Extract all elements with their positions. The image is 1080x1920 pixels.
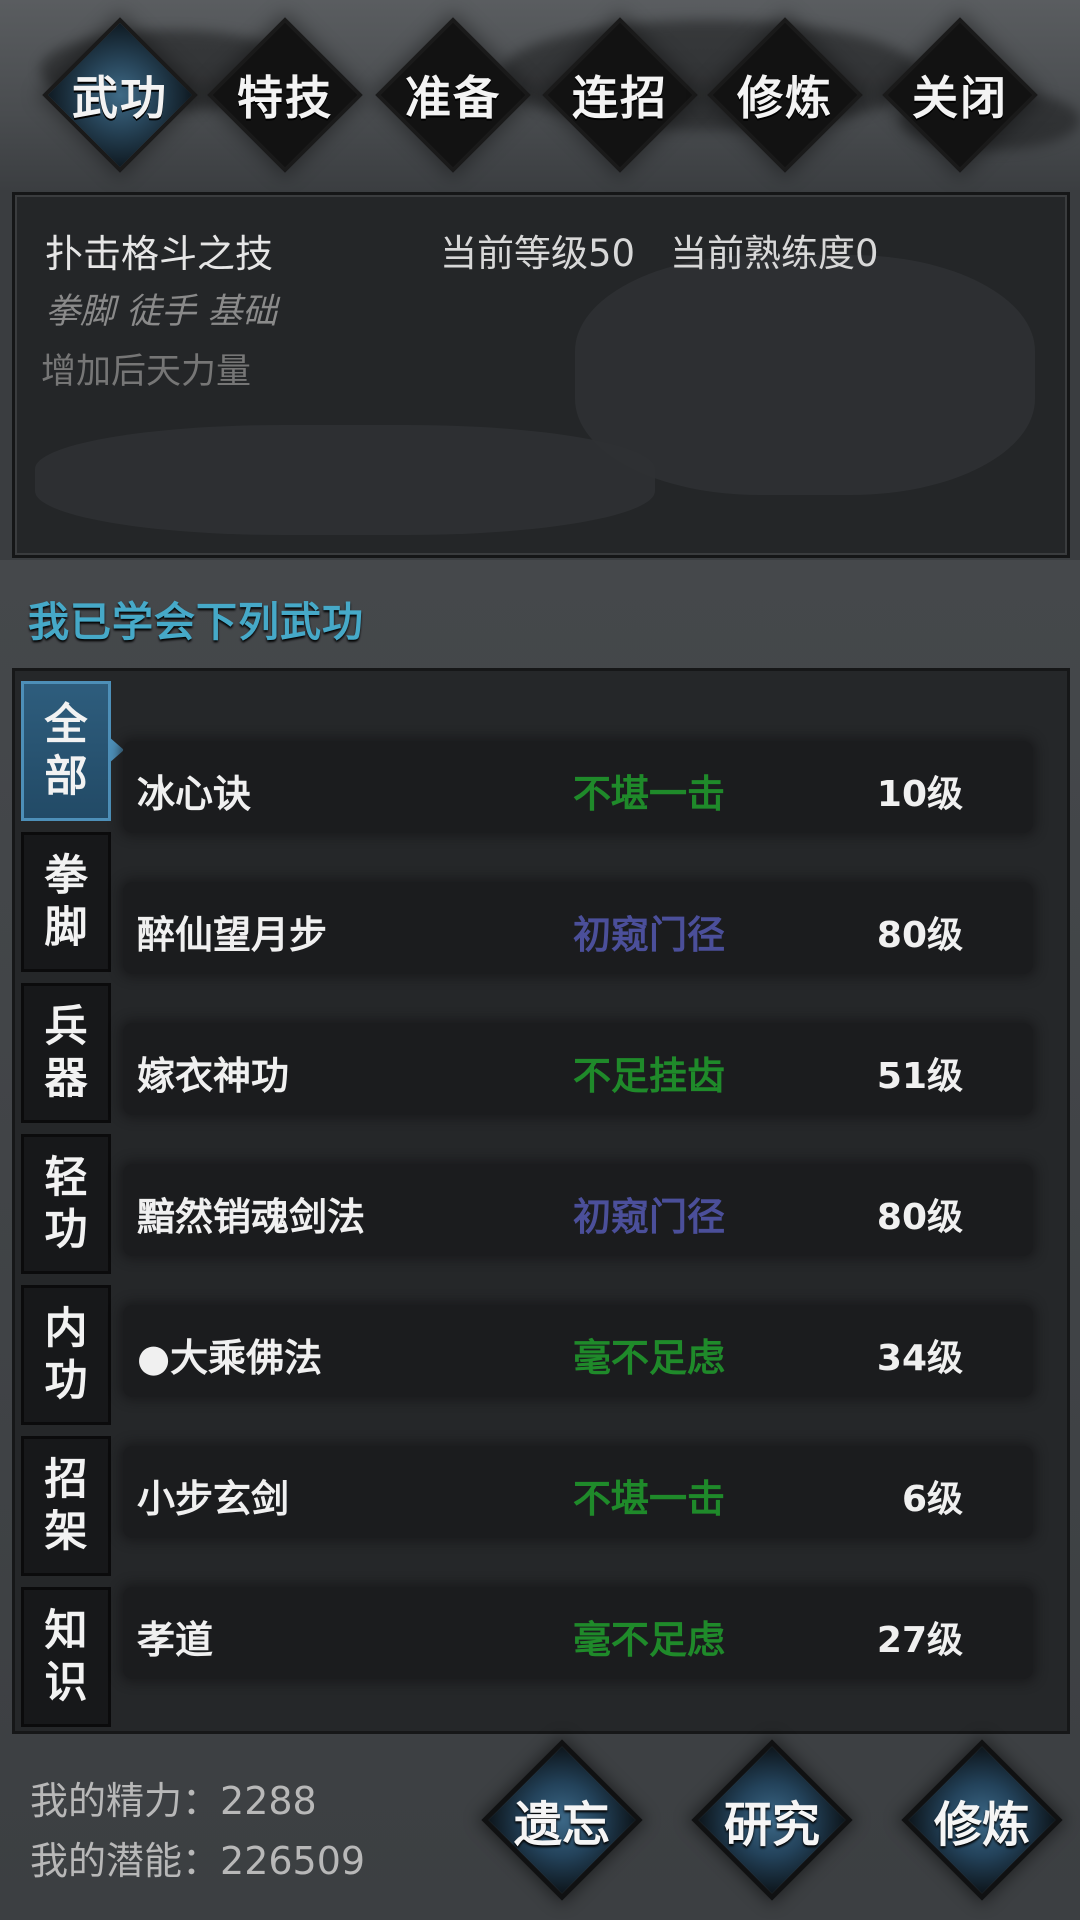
skill-row[interactable]: 嫁衣神功 不足挂齿 51级	[123, 1023, 1033, 1115]
category-char: 脚	[44, 903, 88, 953]
skill-row-name: 孝道	[137, 1618, 214, 1662]
tab-special-skills[interactable]: 特技	[200, 10, 370, 180]
energy-stat: 我的精力：2288	[30, 1770, 317, 1825]
tab-label: 武功	[72, 71, 168, 125]
category-all[interactable]: 全 部	[21, 681, 124, 821]
button-label: 研究	[723, 1797, 820, 1853]
button-label: 遗忘	[513, 1797, 610, 1853]
skill-name: 扑击格斗之技	[45, 232, 274, 276]
category-char: 内	[44, 1304, 88, 1354]
skill-row[interactable]: 小步玄剑 不堪一击 6级	[123, 1446, 1033, 1538]
category-lightness[interactable]: 轻 功	[21, 1134, 111, 1274]
skill-row-level: 80级	[876, 915, 963, 956]
tab-martial-arts[interactable]: 武功	[35, 10, 205, 180]
tab-cultivate[interactable]: 修炼	[700, 10, 870, 180]
skill-tags: 拳脚 徒手 基础	[45, 292, 278, 332]
category-char: 功	[44, 1356, 88, 1406]
skill-row-name: 冰心诀	[137, 772, 252, 816]
category-knowledge[interactable]: 知 识	[21, 1587, 111, 1727]
skill-row-rank: 毫不足虑	[573, 1336, 726, 1380]
skill-row[interactable]: 醉仙望月步 初窥门径 80级	[123, 882, 1033, 974]
tab-label: 连招	[572, 71, 668, 125]
skill-row[interactable]: 黯然销魂剑法 初窥门径 80级	[123, 1164, 1033, 1256]
skill-row-name: 嫁衣神功	[137, 1054, 290, 1098]
category-char: 架	[44, 1507, 88, 1557]
category-char: 器	[44, 1054, 88, 1104]
category-char: 知	[44, 1606, 88, 1656]
category-char: 部	[44, 752, 88, 802]
skill-row-level: 10级	[876, 774, 963, 815]
close-button[interactable]: 关闭	[875, 10, 1045, 180]
category-inner-power[interactable]: 内 功	[21, 1285, 111, 1425]
skill-row-rank: 毫不足虑	[573, 1618, 726, 1662]
skill-row-rank: 不足挂齿	[573, 1054, 726, 1098]
category-char: 轻	[44, 1153, 88, 1203]
skill-row-rank: 初窥门径	[573, 1195, 726, 1239]
category-fist-kick[interactable]: 拳 脚	[21, 832, 111, 972]
ink-smear-decoration	[35, 425, 655, 535]
button-label: 修炼	[933, 1797, 1030, 1853]
category-char: 兵	[44, 1002, 88, 1052]
skill-row[interactable]: 冰心诀 不堪一击 10级	[123, 741, 1033, 833]
category-char: 拳	[44, 851, 88, 901]
potential-stat: 我的潜能：226509	[30, 1830, 365, 1885]
skill-row-level: 51级	[876, 1056, 963, 1097]
tab-combo[interactable]: 连招	[535, 10, 705, 180]
category-weapon[interactable]: 兵 器	[21, 983, 111, 1123]
skill-row[interactable]: 孝道 毫不足虑 27级	[123, 1587, 1033, 1679]
skill-row-rank: 初窥门径	[573, 913, 726, 957]
energy-value: 2288	[220, 1779, 317, 1823]
tab-label: 修炼	[737, 71, 833, 125]
skill-row-name: 小步玄剑	[137, 1477, 290, 1521]
skill-row-level: 6级	[901, 1479, 963, 1520]
skill-row-rank: 不堪一击	[573, 1477, 726, 1521]
skill-row-name: 黯然销魂剑法	[137, 1195, 366, 1239]
skill-list-panel: 全 部 拳 脚 兵 器 轻 功 内 功 招 架 知 识 冰心诀 不堪一击 10级…	[12, 668, 1070, 1734]
skill-row[interactable]: ●大乘佛法 毫不足虑 34级	[123, 1305, 1033, 1397]
tab-label: 特技	[237, 71, 333, 125]
category-char: 全	[44, 700, 88, 750]
category-parry[interactable]: 招 架	[21, 1436, 111, 1576]
skill-row-level: 80级	[876, 1197, 963, 1238]
tab-label: 关闭	[912, 71, 1008, 125]
tab-label: 准备	[405, 71, 501, 125]
cultivate-button[interactable]: 修炼	[892, 1730, 1072, 1910]
energy-label: 我的精力：	[30, 1779, 221, 1823]
research-button[interactable]: 研究	[682, 1730, 862, 1910]
current-level: 当前等级50	[440, 232, 636, 275]
forget-button[interactable]: 遗忘	[472, 1730, 652, 1910]
skill-info-panel: 扑击格斗之技 当前等级50 当前熟练度0 拳脚 徒手 基础 增加后天力量	[12, 192, 1070, 558]
potential-label: 我的潜能：	[30, 1839, 221, 1883]
skill-description: 增加后天力量	[41, 352, 252, 392]
current-proficiency: 当前熟练度0	[670, 232, 879, 275]
category-char: 功	[44, 1205, 88, 1255]
skill-row-name: ●大乘佛法	[137, 1336, 323, 1380]
skill-row-level: 34级	[876, 1338, 963, 1379]
potential-value: 226509	[220, 1839, 366, 1883]
skill-row-level: 27级	[876, 1620, 963, 1661]
skill-row-name: 醉仙望月步	[137, 913, 328, 957]
category-char: 识	[44, 1658, 88, 1708]
learned-skills-title: 我已学会下列武功	[28, 598, 364, 646]
tab-prepare[interactable]: 准备	[368, 10, 538, 180]
skill-row-rank: 不堪一击	[573, 772, 726, 816]
category-char: 招	[44, 1455, 88, 1505]
